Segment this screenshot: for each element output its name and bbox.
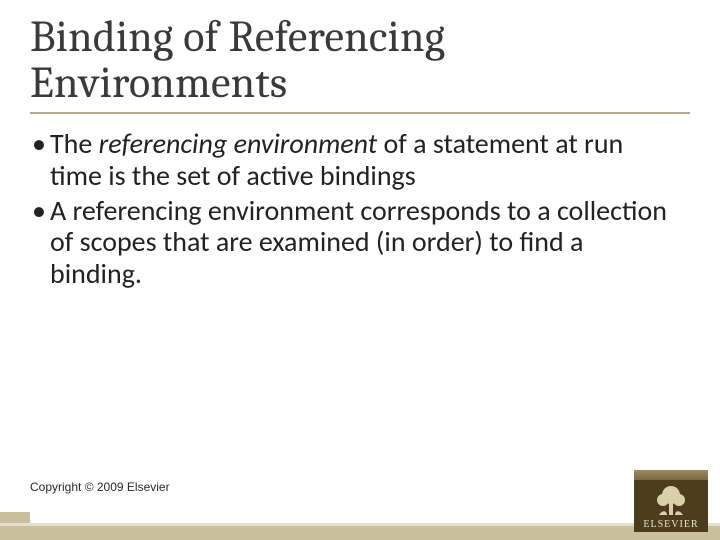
title-rule — [30, 112, 690, 114]
slide-body: The referencing environment of a stateme… — [30, 128, 670, 289]
bullet-text-pre: The — [50, 126, 99, 161]
bullet-item: The referencing environment of a stateme… — [32, 128, 670, 191]
copyright-text: Copyright © 2009 Elsevier — [30, 480, 170, 494]
slide: Binding of Referencing Environments The … — [0, 0, 720, 540]
slide-title: Binding of Referencing Environments — [30, 14, 690, 106]
logo-top-band — [634, 470, 708, 480]
bullet-item: A referencing environment corresponds to… — [32, 195, 670, 289]
bullet-text-pre: A referencing environment corresponds to… — [50, 193, 667, 291]
tree-icon — [651, 483, 691, 517]
logo-label: ELSEVIER — [643, 519, 698, 530]
bullet-text-italic: referencing environment — [99, 126, 378, 161]
elsevier-logo: ELSEVIER — [634, 470, 708, 532]
bottom-accent-bar — [0, 526, 720, 540]
